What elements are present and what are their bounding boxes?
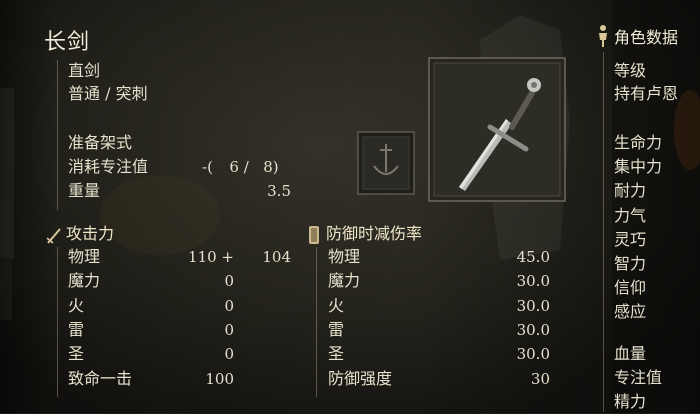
level-label: 等级 <box>614 61 647 80</box>
attack-stat-value: 0 <box>224 345 234 364</box>
skill-name: 准备架式 <box>68 133 133 152</box>
guard-stat-label: 魔力 <box>328 271 361 291</box>
hp-label: 血量 <box>614 344 647 363</box>
guard-stat-value: 30.0 <box>516 320 550 339</box>
attack-stat-value: 0 <box>224 272 234 291</box>
character-figure-icon <box>599 25 607 47</box>
weight-value: 3.5 <box>267 182 291 200</box>
guard-stat-value: 45.0 <box>516 248 550 266</box>
attack-stat-label: 火 <box>68 295 85 315</box>
guard-stat-value: 30.0 <box>516 296 550 315</box>
attack-stat-value: 100 <box>205 369 234 388</box>
fp-label: 专注值 <box>614 368 663 387</box>
guard-stat-value: 30.0 <box>516 272 550 291</box>
attribute-label: 智力 <box>614 254 647 273</box>
attack-stat-label: 圣 <box>68 344 85 364</box>
attribute-label: 感应 <box>614 302 647 322</box>
guard-stat-value: 30.0 <box>516 345 550 364</box>
attack-stat-value: 110 + <box>188 248 234 266</box>
attack-stat-label: 魔力 <box>68 271 101 291</box>
attack-stat-bonus: 104 <box>262 248 291 266</box>
divider-line <box>57 60 58 210</box>
guard-stat-label: 圣 <box>328 344 345 364</box>
attribute-label: 集中力 <box>614 157 663 177</box>
fp-cost-value: -(6 /8) <box>202 158 279 176</box>
sword-attack-icon <box>46 228 61 244</box>
longsword-image <box>428 57 566 202</box>
attack-header: 攻击力 <box>66 224 115 243</box>
guard-stat-label: 雷 <box>328 319 345 339</box>
guard-header: 防御时减伤率 <box>326 224 423 243</box>
attack-type: 普通 / 突刺 <box>68 84 148 103</box>
attribute-label: 力气 <box>614 205 647 225</box>
weapon-type: 直剑 <box>68 61 101 80</box>
runes-held-label: 持有卢恩 <box>614 84 679 103</box>
attribute-label: 耐力 <box>614 181 647 201</box>
fp-cost-label: 消耗专注值 <box>68 157 149 176</box>
guard-stat-label: 防御强度 <box>328 368 393 388</box>
divider-line <box>603 52 604 412</box>
attribute-label: 信仰 <box>614 278 647 298</box>
attack-stat-label: 致命一击 <box>68 368 133 388</box>
attribute-label: 灵巧 <box>614 229 647 249</box>
shield-guard-icon <box>309 226 319 244</box>
weapon-name: 长剑 <box>44 30 91 55</box>
background <box>0 0 700 413</box>
stamina-label: 精力 <box>614 392 647 411</box>
guard-stat-label: 火 <box>328 295 345 315</box>
attribute-label: 生命力 <box>614 133 663 152</box>
attack-stat-value: 0 <box>224 320 234 339</box>
attack-stat-label: 雷 <box>68 319 85 339</box>
weight-label: 重量 <box>68 181 101 200</box>
guard-stat-label: 物理 <box>328 247 361 266</box>
divider-line <box>316 247 317 397</box>
divider-line <box>57 247 58 397</box>
attack-stat-label: 物理 <box>68 247 101 266</box>
attack-stat-value: 0 <box>224 296 234 315</box>
character-data-header: 角色数据 <box>614 28 679 47</box>
guard-stat-value: 30 <box>530 369 550 388</box>
skill-emblem-icon <box>357 131 415 195</box>
